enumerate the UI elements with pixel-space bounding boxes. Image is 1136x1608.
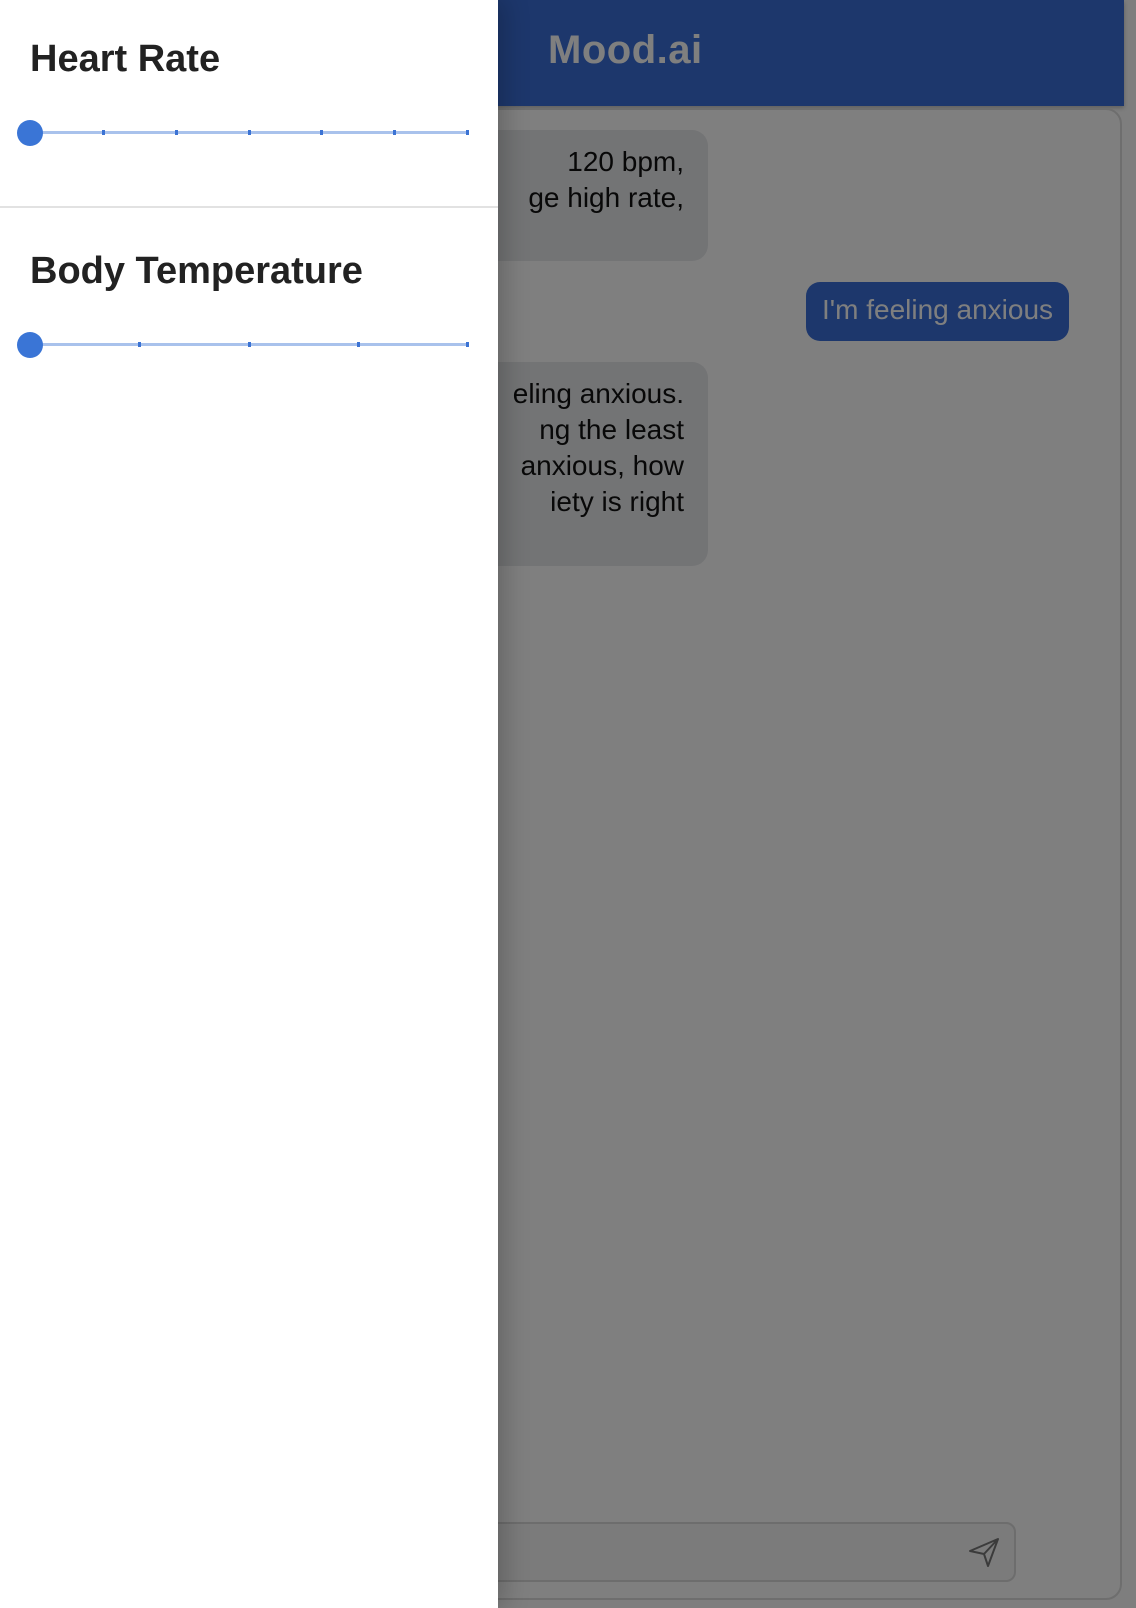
slider-tick — [174, 130, 178, 135]
slider-tick — [138, 342, 142, 347]
app-root: Mood.ai 120 bpm, ge high rate, I'm feeli… — [0, 0, 1136, 1608]
slider-tick — [101, 130, 105, 135]
slider-tick — [247, 130, 251, 135]
slider-tick — [356, 342, 360, 347]
slider-tick — [466, 130, 469, 135]
body-temperature-title: Body Temperature — [30, 250, 363, 292]
sensor-drawer: Heart Rate Body Temperature — [0, 0, 498, 1608]
heart-rate-section: Heart Rate — [0, 0, 498, 208]
heart-rate-title: Heart Rate — [30, 38, 221, 80]
slider-thumb[interactable] — [17, 332, 43, 358]
heart-rate-slider[interactable] — [17, 118, 469, 148]
body-temperature-section: Body Temperature — [0, 208, 498, 408]
slider-tick — [466, 342, 469, 347]
slider-thumb[interactable] — [17, 120, 43, 146]
body-temperature-slider[interactable] — [17, 330, 469, 360]
slider-tick — [247, 342, 251, 347]
slider-tick — [393, 130, 397, 135]
slider-tick — [320, 130, 324, 135]
